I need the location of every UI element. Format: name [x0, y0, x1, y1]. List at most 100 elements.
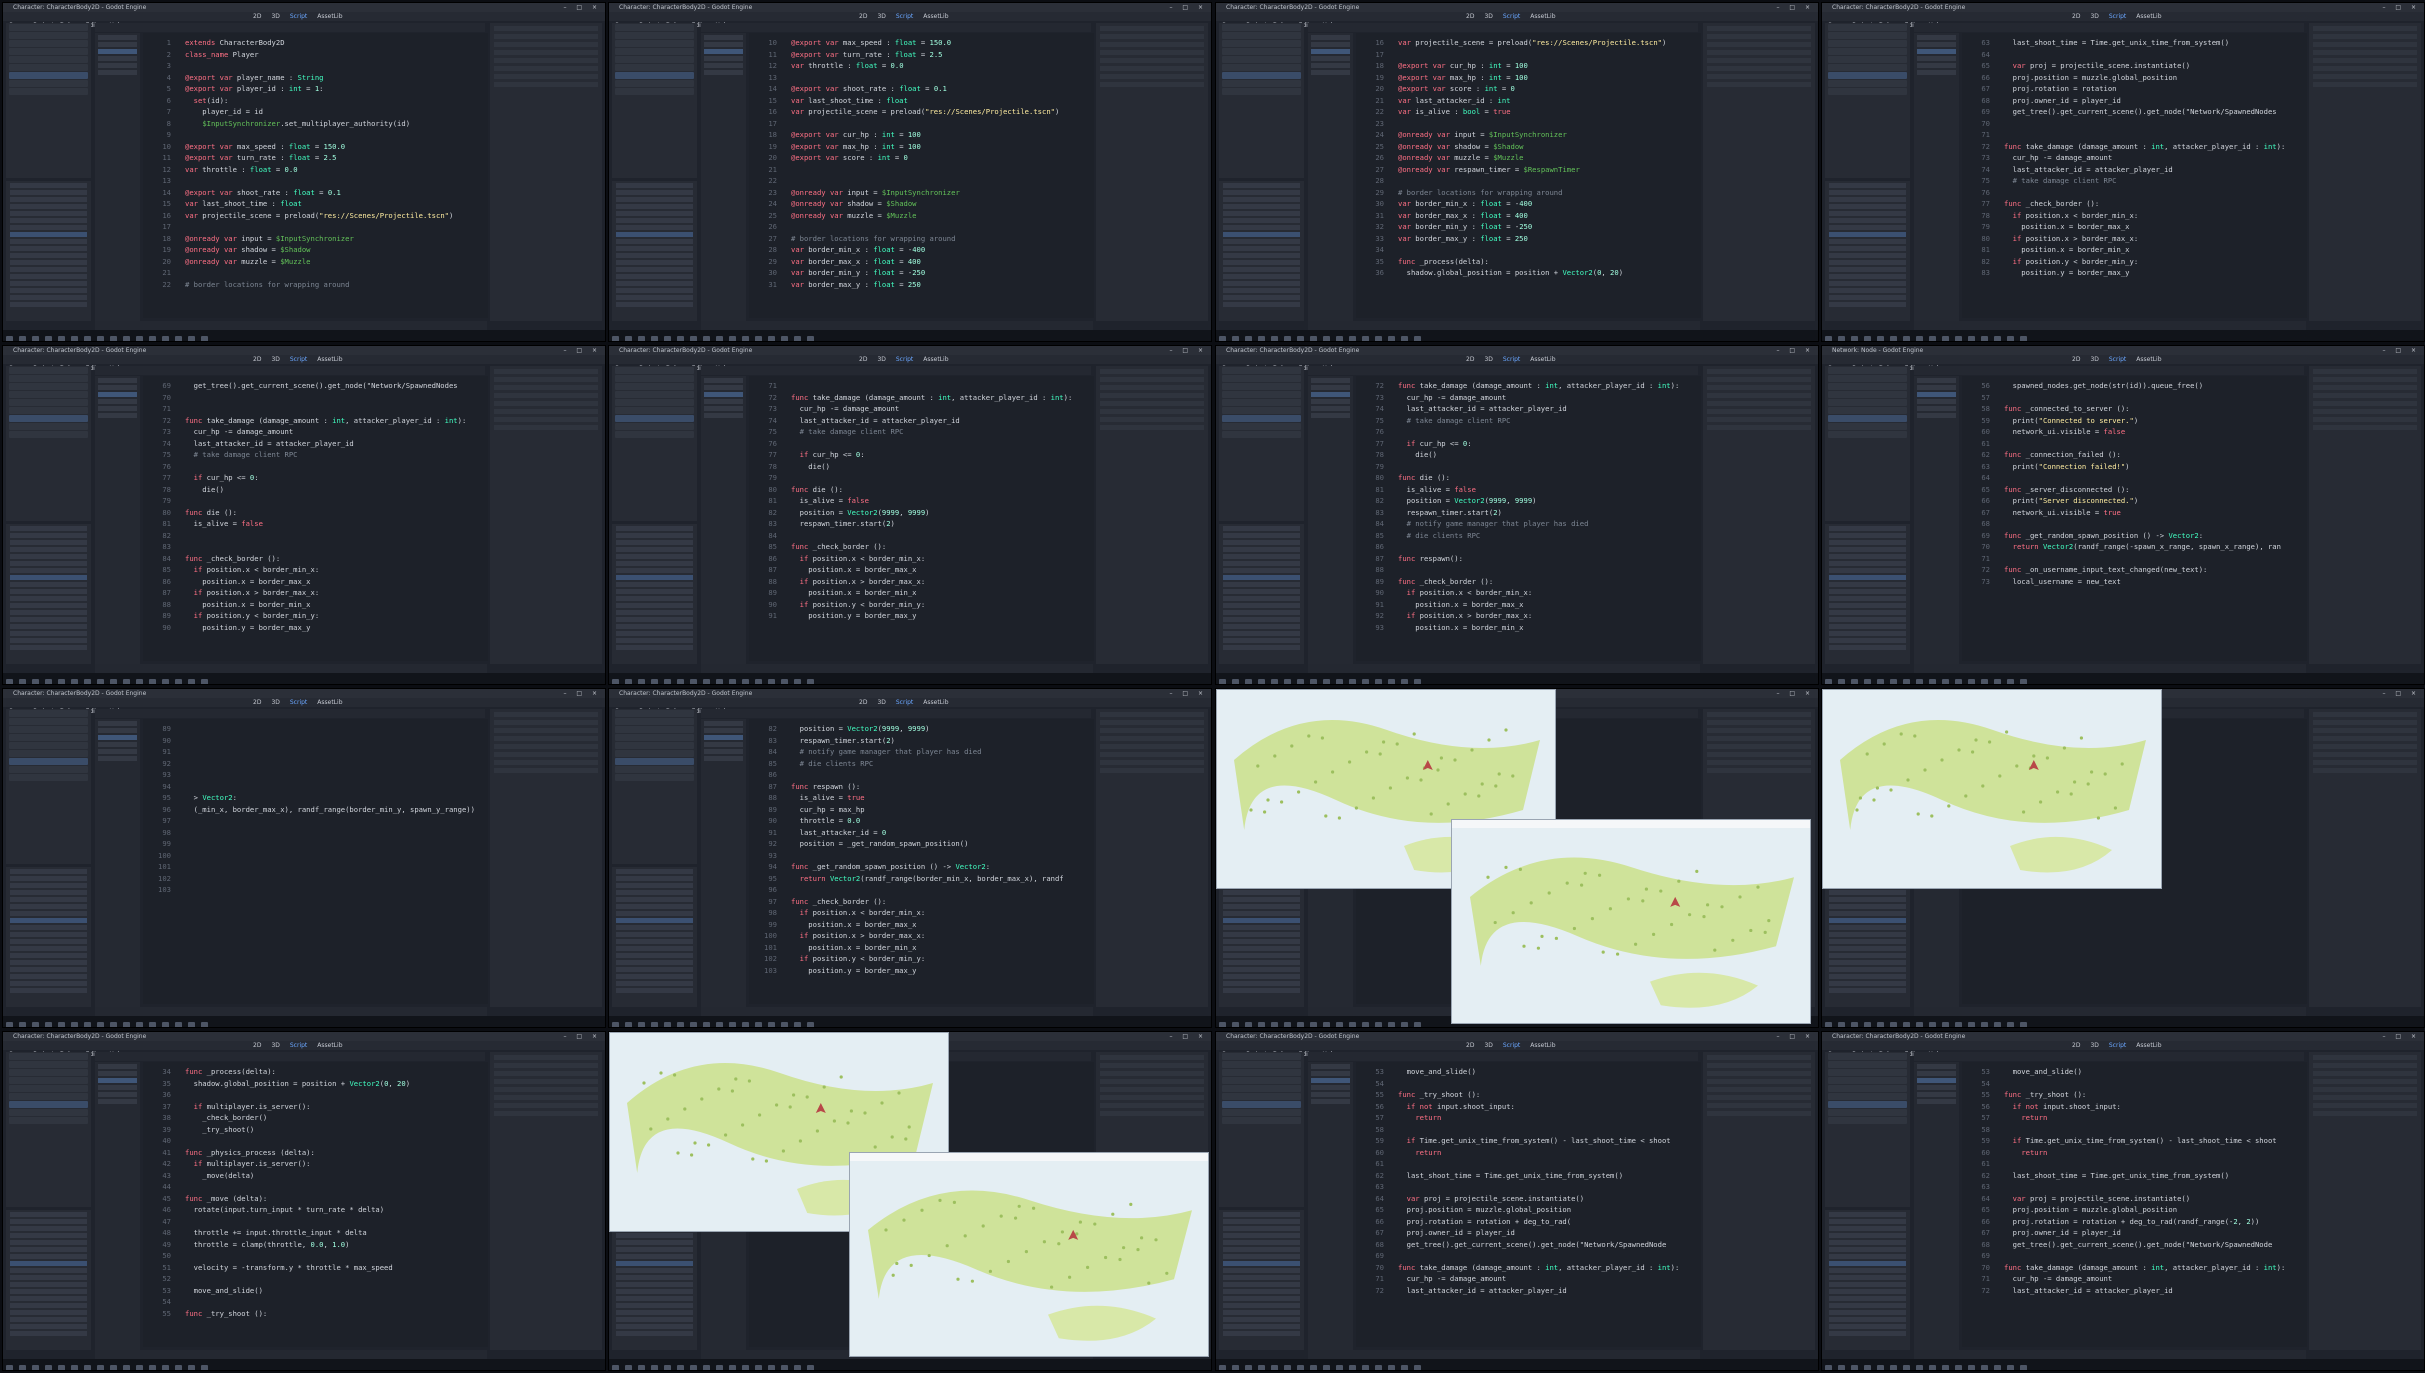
taskbar-app-icon[interactable] [1929, 679, 1936, 684]
taskbar-app-icon[interactable] [201, 679, 208, 684]
file-item[interactable] [1223, 953, 1300, 958]
inspector-row[interactable] [1707, 1103, 1811, 1108]
script-list-item[interactable] [1311, 1099, 1350, 1104]
file-item[interactable] [616, 960, 693, 965]
file-item[interactable] [10, 589, 87, 594]
file-item[interactable] [616, 288, 693, 293]
taskbar-app-icon[interactable] [742, 679, 749, 684]
taskbar-app-icon[interactable] [1336, 679, 1343, 684]
code-editor[interactable]: 71 72 func take_damage (damage_amount : in… [749, 376, 1094, 661]
script-list-item[interactable] [1917, 1092, 1956, 1097]
taskbar-app-icon[interactable] [1851, 679, 1858, 684]
workspace-tab[interactable]: AssetLib [317, 13, 342, 20]
file-item[interactable] [10, 596, 87, 601]
file-item[interactable] [1829, 232, 1906, 237]
taskbar-app-icon[interactable] [729, 679, 736, 684]
taskbar-app-icon[interactable] [807, 336, 814, 341]
scene-tree-item[interactable] [9, 64, 88, 71]
file-item[interactable] [10, 897, 87, 902]
file-item[interactable] [616, 617, 693, 622]
workspace-tab[interactable]: 3D [271, 699, 279, 706]
inspector-row[interactable] [1707, 409, 1811, 414]
file-item[interactable] [616, 1275, 693, 1280]
file-item[interactable] [1223, 1219, 1300, 1224]
taskbar-app-icon[interactable] [1362, 1365, 1369, 1370]
taskbar-app-icon[interactable] [149, 336, 156, 341]
file-item[interactable] [1829, 932, 1906, 937]
workspace-tab[interactable]: 2D [2072, 356, 2080, 363]
file-item[interactable] [10, 1303, 87, 1308]
workspace-tab[interactable]: 3D [1484, 1042, 1492, 1049]
scene-tree-item[interactable] [1222, 375, 1301, 382]
inspector-row[interactable] [1100, 768, 1204, 773]
file-item[interactable] [10, 1219, 87, 1224]
workspace-tab[interactable]: AssetLib [923, 13, 948, 20]
inspector-row[interactable] [494, 1103, 598, 1108]
taskbar-app-icon[interactable] [1375, 1365, 1382, 1370]
inspector-row[interactable] [494, 369, 598, 374]
file-item[interactable] [1829, 596, 1906, 601]
taskbar-app-icon[interactable] [768, 336, 775, 341]
inspector-row[interactable] [1707, 425, 1811, 430]
inspector-row[interactable] [1707, 34, 1811, 39]
file-item[interactable] [10, 239, 87, 244]
file-item[interactable] [1223, 197, 1300, 202]
taskbar-app-icon[interactable] [175, 336, 182, 341]
scene-tree-item[interactable] [1222, 1101, 1301, 1108]
scene-tree-item[interactable] [9, 40, 88, 47]
inspector-row[interactable] [1707, 760, 1811, 765]
file-item[interactable] [1829, 603, 1906, 608]
script-list-item[interactable] [1917, 1085, 1956, 1090]
scene-tree-item[interactable] [9, 32, 88, 39]
file-item[interactable] [1223, 638, 1300, 643]
file-item[interactable] [1223, 190, 1300, 195]
scene-tree-item[interactable] [9, 24, 88, 31]
taskbar-app-icon[interactable] [84, 1365, 91, 1370]
workspace-tab[interactable]: AssetLib [317, 356, 342, 363]
taskbar-app-icon[interactable] [1245, 1022, 1252, 1027]
file-item[interactable] [1829, 1289, 1906, 1294]
taskbar-app-icon[interactable] [1825, 1022, 1832, 1027]
inspector-row[interactable] [1100, 369, 1204, 374]
file-item[interactable] [616, 1240, 693, 1245]
script-list-item[interactable] [704, 35, 743, 40]
taskbar-app-icon[interactable] [123, 336, 130, 341]
taskbar-app-icon[interactable] [755, 336, 762, 341]
file-item[interactable] [1829, 547, 1906, 552]
scene-tree-item[interactable] [615, 367, 694, 374]
file-item[interactable] [616, 561, 693, 566]
taskbar-app-icon[interactable] [1955, 1365, 1962, 1370]
taskbar-app-icon[interactable] [781, 336, 788, 341]
taskbar-app-icon[interactable] [781, 1022, 788, 1027]
taskbar-app-icon[interactable] [1349, 336, 1356, 341]
taskbar-app-icon[interactable] [58, 1365, 65, 1370]
file-item[interactable] [10, 974, 87, 979]
scene-tree-item[interactable] [9, 56, 88, 63]
workspace-tab[interactable]: 2D [1466, 1042, 1474, 1049]
scene-tree-item[interactable] [9, 72, 88, 79]
taskbar-app-icon[interactable] [45, 336, 52, 341]
inspector-row[interactable] [2313, 1071, 2417, 1076]
taskbar-app-icon[interactable] [1981, 1365, 1988, 1370]
taskbar-app-icon[interactable] [690, 1022, 697, 1027]
inspector-row[interactable] [1100, 50, 1204, 55]
scene-tree-item[interactable] [9, 1117, 88, 1124]
file-item[interactable] [616, 575, 693, 580]
taskbar-app-icon[interactable] [6, 1365, 13, 1370]
game-viewport[interactable] [1823, 690, 2162, 889]
scene-tree-item[interactable] [1828, 40, 1907, 47]
file-item[interactable] [1829, 204, 1906, 209]
file-item[interactable] [1223, 246, 1300, 251]
file-item[interactable] [1223, 617, 1300, 622]
taskbar-app-icon[interactable] [716, 336, 723, 341]
workspace-tab[interactable]: AssetLib [2136, 1042, 2161, 1049]
file-item[interactable] [616, 1289, 693, 1294]
taskbar-app-icon[interactable] [2020, 1365, 2027, 1370]
file-item[interactable] [1223, 960, 1300, 965]
inspector-row[interactable] [1100, 736, 1204, 741]
taskbar-app-icon[interactable] [716, 1022, 723, 1027]
taskbar-app-icon[interactable] [2007, 1022, 2014, 1027]
taskbar-app-icon[interactable] [1929, 1022, 1936, 1027]
file-item[interactable] [1223, 540, 1300, 545]
workspace-tab[interactable]: 3D [2090, 356, 2098, 363]
